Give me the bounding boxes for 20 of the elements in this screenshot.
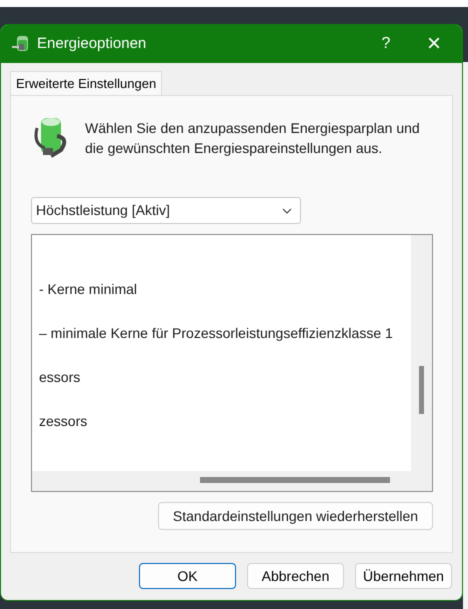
setting-item[interactable]: - Kerne minimal (39, 281, 138, 297)
battery-plug-icon (11, 35, 31, 53)
tab[interactable]: Erweiterte Einstellungen (10, 71, 162, 96)
scrollbar-thumb[interactable] (419, 366, 424, 414)
scrollbar-thumb[interactable] (200, 477, 390, 483)
setting-item[interactable]: – minimale Kerne für Prozessorleistungseffizienzklasse 1 (39, 325, 393, 341)
dialog-button[interactable]: OK (139, 563, 236, 589)
window-title: Energieoptionen (37, 34, 146, 54)
instruction-text: Wählen Sie den anzupassenden Energiesparplan und die gewünschten Energiespareinstellungen aus. (85, 119, 421, 158)
dialog-button[interactable]: Übernehmen (355, 563, 452, 589)
restore-defaults-button[interactable]: Standardeinstellungen wiederherstellen (158, 502, 433, 530)
vertical-scrollbar[interactable] (411, 235, 432, 491)
close-button[interactable]: × (406, 26, 462, 62)
setting-item[interactable]: zessors (39, 413, 88, 429)
horizontal-scrollbar[interactable] (32, 471, 411, 491)
dialog-button[interactable]: Abbrechen (247, 563, 344, 589)
chevron-down-icon (282, 208, 292, 214)
help-button[interactable]: ? (366, 32, 406, 56)
setting-item[interactable]: essors (39, 369, 80, 385)
plan-dropdown[interactable]: Höchstleistung [Aktiv] (31, 197, 301, 224)
